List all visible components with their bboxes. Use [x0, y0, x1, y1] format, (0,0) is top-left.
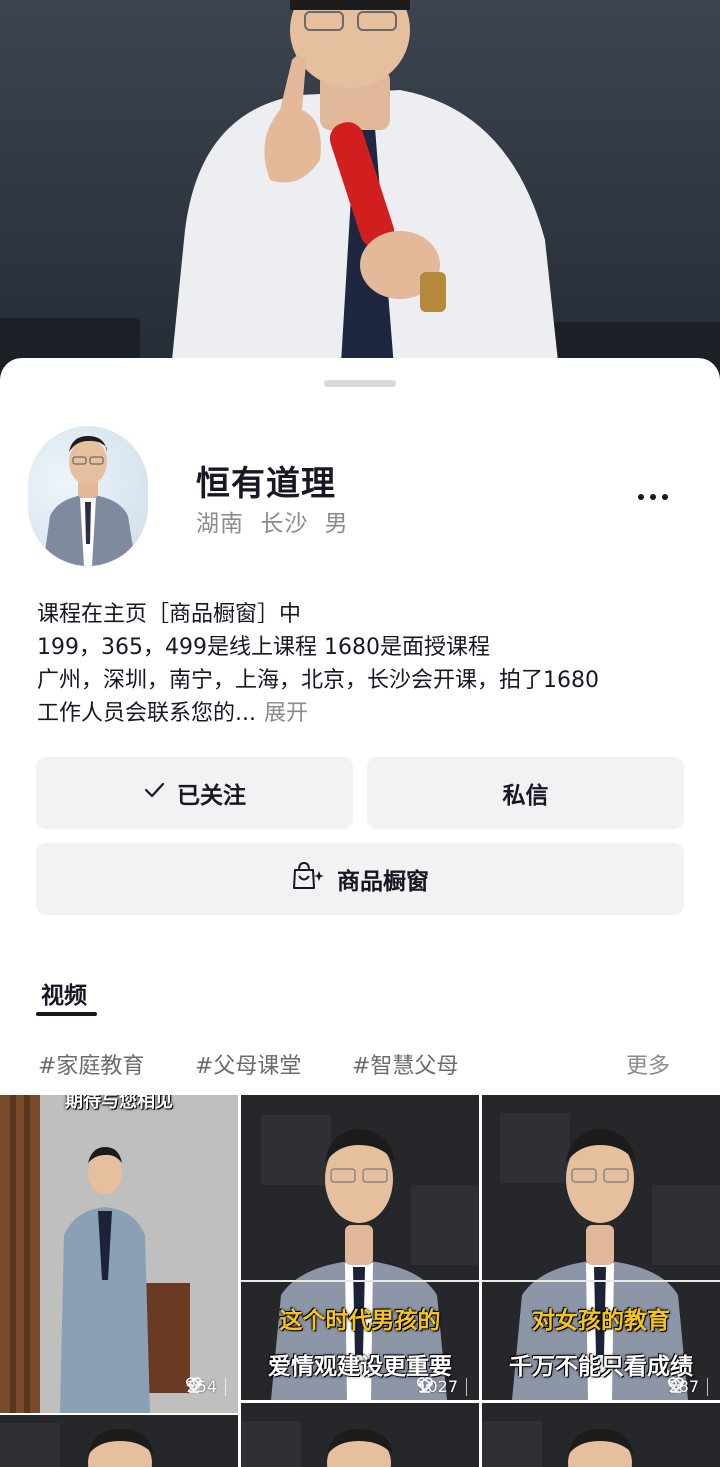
tag-chip[interactable]: #父母课堂: [195, 1048, 301, 1080]
video-stats: 254: [186, 1377, 230, 1396]
message-button[interactable]: 私信: [367, 757, 684, 829]
video-top-caption: 期待与您相见: [65, 1095, 173, 1112]
avatar[interactable]: [28, 426, 148, 566]
tag-chip[interactable]: #家庭教育: [38, 1048, 144, 1080]
tab-videos[interactable]: 视频: [41, 976, 87, 1010]
following-label: 已关注: [177, 783, 246, 809]
more-horizontal-icon: [638, 494, 644, 500]
tag-chip[interactable]: #智慧父母: [352, 1048, 458, 1080]
shop-window-label: 商品橱窗: [337, 869, 429, 895]
shopping-bag-icon: [291, 861, 325, 897]
check-icon: [143, 779, 165, 807]
location-city: 长沙: [260, 511, 309, 537]
video-caption: 爱情观建设更重要: [268, 1354, 452, 1380]
video-thumbnail[interactable]: [0, 1415, 238, 1467]
more-options-button[interactable]: [626, 482, 680, 512]
tag-filter-bar: #家庭教育 #父母课堂 #智慧父母 更多: [0, 1048, 720, 1082]
following-button[interactable]: 已关注: [36, 757, 353, 829]
message-label: 私信: [502, 783, 549, 809]
video-thumbnail[interactable]: 对女孩的教育 千万不能只看成绩 287: [482, 1095, 720, 1400]
profile-name: 恒有道理: [196, 464, 336, 504]
profile-sheet: 恒有道理 湖南 长沙 男 课程在主页［商品橱窗］中 199，365，499是线上…: [0, 358, 720, 1467]
bio-line: 课程在主页［商品橱窗］中: [37, 602, 302, 627]
video-caption-highlight: 这个时代男孩的: [279, 1308, 441, 1334]
video-caption: 千万不能只看成绩: [509, 1354, 693, 1380]
speaker-figure: [170, 0, 560, 380]
expand-bio-link[interactable]: 展开: [264, 701, 308, 726]
share-icon[interactable]: [417, 1377, 434, 1393]
video-thumbnail[interactable]: 期待与您相见 254: [0, 1095, 238, 1413]
video-stats: 1027: [417, 1377, 471, 1396]
video-thumbnail[interactable]: [482, 1403, 720, 1467]
tab-active-indicator: [36, 1012, 97, 1016]
video-backdrop[interactable]: [0, 0, 720, 380]
bio-line: 工作人员会联系您的...: [37, 701, 256, 726]
profile-meta: 湖南 长沙 男: [196, 504, 357, 538]
sheet-drag-handle[interactable]: [324, 380, 396, 387]
share-icon[interactable]: [668, 1377, 685, 1393]
profile-bio: 课程在主页［商品橱窗］中 199，365，499是线上课程 1680是面授课程 …: [37, 598, 687, 730]
location-province: 湖南: [196, 511, 244, 537]
bio-line: 广州，深圳，南宁，上海，北京，长沙会开课，拍了1680: [37, 668, 599, 693]
video-caption-highlight: 对女孩的教育: [532, 1308, 670, 1334]
tags-more-link[interactable]: 更多: [626, 1048, 670, 1080]
shop-window-button[interactable]: 商品橱窗: [36, 843, 684, 915]
video-grid: 期待与您相见 254 这个时代男孩的 爱情观建设更重要 1027 对女孩的教育 …: [0, 1095, 720, 1467]
video-thumbnail[interactable]: [241, 1403, 479, 1467]
video-stats: 287: [668, 1377, 712, 1396]
gender-label: 男: [324, 511, 349, 537]
bio-line: 199，365，499是线上课程 1680是面授课程: [37, 635, 490, 660]
bio-line-last: 工作人员会联系您的... 展开: [37, 697, 687, 730]
share-icon[interactable]: [186, 1377, 203, 1393]
video-thumbnail[interactable]: 这个时代男孩的 爱情观建设更重要 1027: [241, 1095, 479, 1400]
